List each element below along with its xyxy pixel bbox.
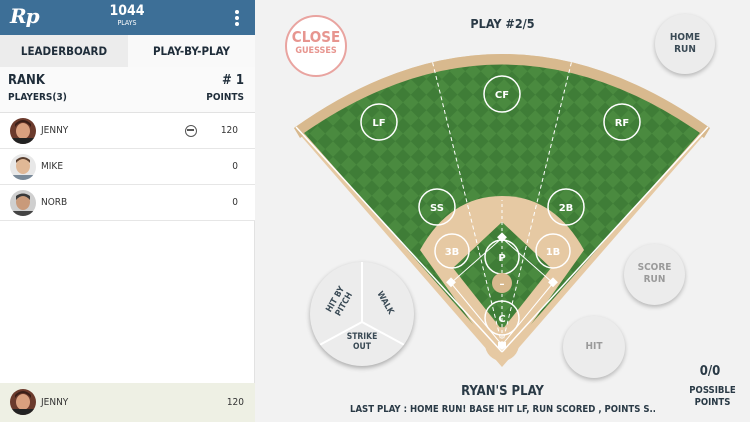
position-label: 2B xyxy=(559,203,574,214)
home-run-label-2: RUN xyxy=(674,44,696,55)
guesses-label: GUESSES xyxy=(295,46,337,56)
player-score: 0 xyxy=(232,197,238,208)
player-score: 0 xyxy=(232,161,238,172)
avatar xyxy=(10,389,36,415)
outcome-wheel: HIT BY PITCH WALK STRIKE OUT xyxy=(310,262,414,366)
close-guesses-button[interactable]: CLOSE GUESSES xyxy=(285,15,347,77)
possible-points-value: 0/0 xyxy=(699,364,721,379)
plays-count: 1044 xyxy=(109,3,145,19)
play-title: PLAY #2/5 xyxy=(470,16,535,31)
rank-header: RANK PLAYERS(3) # 1 POINTS xyxy=(0,67,255,113)
plays-label: PLAYS xyxy=(117,19,137,27)
points-label: POINTS xyxy=(694,397,731,408)
strike-out-option[interactable]: STRIKE OUT xyxy=(340,332,384,352)
position-label: LF xyxy=(372,118,385,129)
player-name: JENNY xyxy=(41,125,69,136)
possible-points-label: POSSIBLE POINTS xyxy=(685,385,740,409)
position-label: C xyxy=(498,314,505,325)
plays-counter: 1044 PLAYS xyxy=(97,3,157,28)
avatar xyxy=(10,190,36,216)
position-label: 3B xyxy=(445,247,460,258)
footer-player-name: JENNY xyxy=(41,397,69,408)
tab-bar: LEADERBOARD PLAY-BY-PLAY xyxy=(0,35,255,67)
player-row-jenny[interactable]: JENNY 120 xyxy=(0,113,255,149)
position-label: P xyxy=(498,253,505,264)
home-run-button[interactable]: HOME RUN xyxy=(655,14,715,74)
play-owner: RYAN'S PLAY xyxy=(461,384,544,399)
app-logo[interactable]: Rp xyxy=(10,4,40,28)
footer-player-score: 120 xyxy=(226,397,244,408)
player-score: 120 xyxy=(220,125,238,136)
kebab-menu-icon[interactable] xyxy=(231,9,243,27)
score-run-label-1: SCORE xyxy=(637,262,672,273)
score-run-label-2: RUN xyxy=(643,274,666,285)
hit-button[interactable]: HIT xyxy=(563,316,625,378)
pitcher-mound: – xyxy=(492,273,512,293)
avatar xyxy=(10,118,36,144)
position-label: CF xyxy=(495,90,509,101)
leaderboard-panel: Rp 1044 PLAYS LEADERBOARD PLAY-BY-PLAY R… xyxy=(0,0,255,422)
position-label: RF xyxy=(615,118,630,129)
position-label: 1B xyxy=(546,247,561,258)
score-run-button[interactable]: SCORE RUN xyxy=(624,244,685,305)
close-label: CLOSE xyxy=(291,28,341,46)
tab-play-by-play[interactable]: PLAY-BY-PLAY xyxy=(128,35,255,67)
minus-icon: – xyxy=(500,279,505,290)
tab-leaderboard[interactable]: LEADERBOARD xyxy=(0,35,128,67)
baseball-icon xyxy=(185,125,197,137)
out-label: OUT xyxy=(353,342,371,352)
position-label: SS xyxy=(430,203,444,214)
player-name: MIKE xyxy=(41,161,63,172)
rank-value: # 1 xyxy=(221,73,244,88)
player-name: NORB xyxy=(41,197,68,208)
possible-label: POSSIBLE xyxy=(689,385,736,396)
last-play-text: LAST PLAY : HOME RUN! BASE HIT LF, RUN S… xyxy=(350,404,655,415)
players-count-label: PLAYERS(3) xyxy=(8,92,67,103)
current-user-footer: JENNY 120 xyxy=(0,383,255,422)
player-row-norb[interactable]: NORB 0 xyxy=(0,185,255,221)
player-row-mike[interactable]: MIKE 0 xyxy=(0,149,255,185)
points-label: POINTS xyxy=(206,92,244,103)
avatar xyxy=(10,154,36,180)
home-run-label-1: HOME xyxy=(669,32,701,43)
strike-label: STRIKE xyxy=(346,332,378,342)
top-bar: Rp 1044 PLAYS xyxy=(0,0,255,35)
rank-label: RANK xyxy=(8,73,45,88)
